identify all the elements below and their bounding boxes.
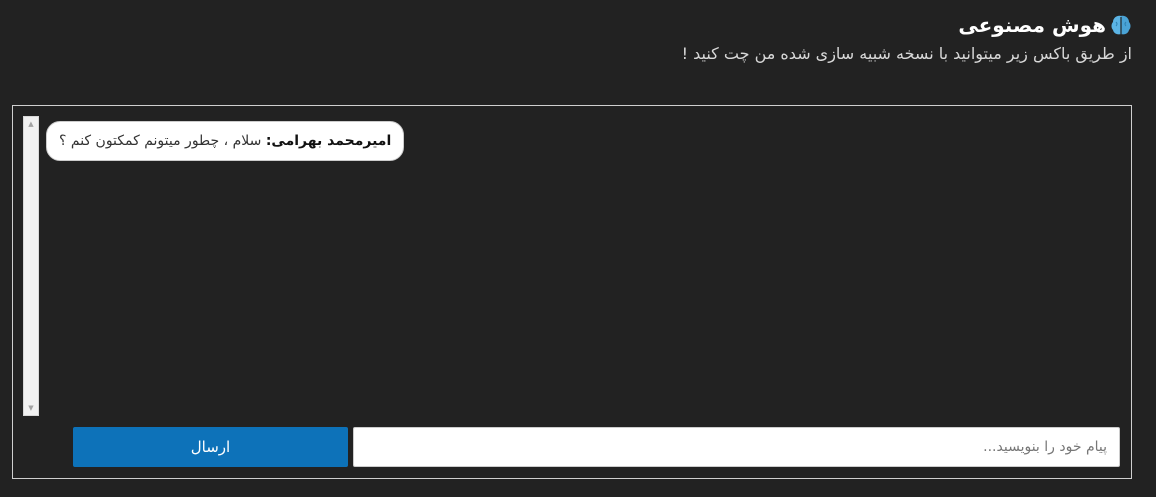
send-button[interactable]: ارسال [73,427,348,467]
header: هوش مصنوعی از طریق باکس زیر میتوانید با … [682,8,1132,63]
message-sender: امیرمحمد بهرامی: [265,133,392,149]
page-subtitle: از طریق باکس زیر میتوانید با نسخه شبیه س… [681,44,1132,63]
title-row: هوش مصنوعی [682,8,1132,42]
input-row: ارسال [73,427,1121,467]
scroll-down-arrow-icon[interactable]: ▼ [24,402,38,414]
message-text: سلام ، چطور میتونم کمکتون کنم ؟ [59,133,266,149]
chat-messages[interactable]: ▲ ▼ امیرمحمد بهرامی: سلام ، چطور میتونم … [23,116,1118,416]
chat-scrollbar[interactable]: ▲ ▼ [23,116,39,416]
page-title: هوش مصنوعی [958,13,1106,37]
chat-message-bubble: امیرمحمد بهرامی: سلام ، چطور میتونم کمکت… [46,121,405,161]
message-input[interactable] [353,427,1120,467]
brain-icon [1110,14,1132,36]
chat-box: ▲ ▼ امیرمحمد بهرامی: سلام ، چطور میتونم … [12,105,1132,479]
page: هوش مصنوعی از طریق باکس زیر میتوانید با … [0,0,1156,497]
scroll-up-arrow-icon[interactable]: ▲ [24,118,38,130]
